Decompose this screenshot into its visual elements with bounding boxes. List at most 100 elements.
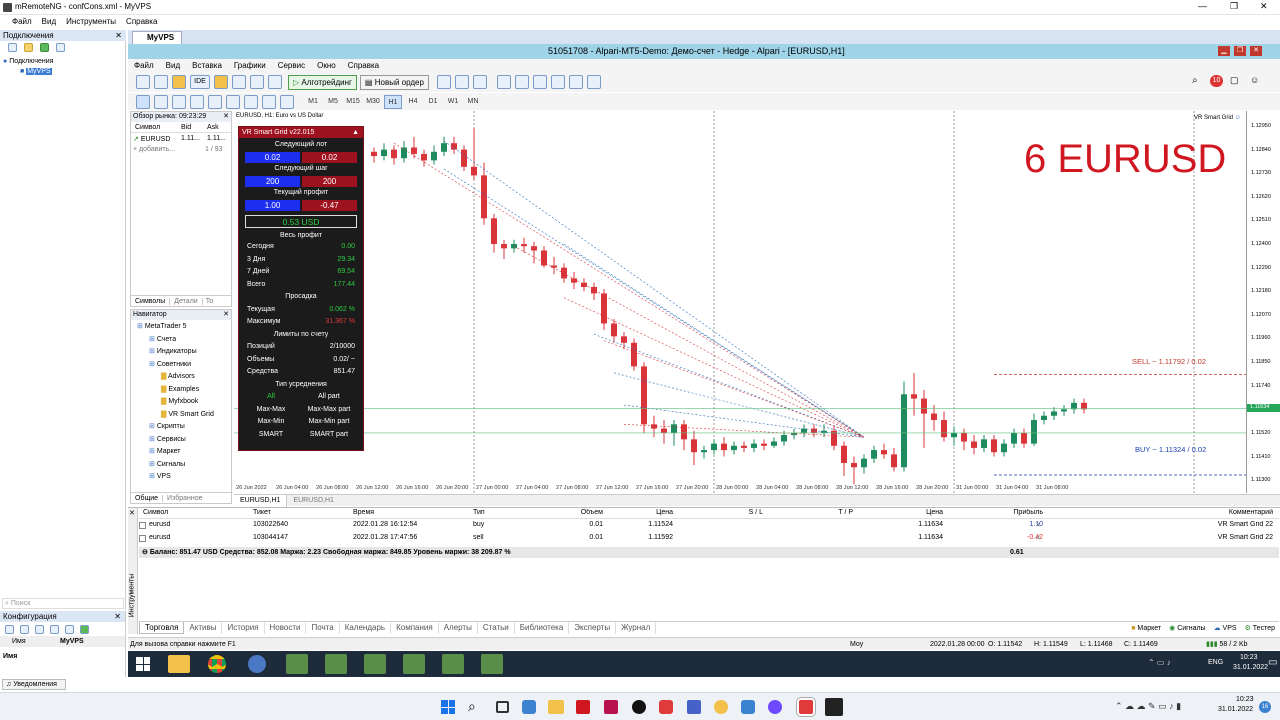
signal-icon[interactable] [472,75,487,89]
signals-icon[interactable] [232,75,246,89]
tab-myvps[interactable]: MyVPS [132,31,182,44]
close-button[interactable]: ✕ [1260,1,1268,12]
tab-common[interactable]: Общие [131,494,164,502]
toolbox-tab[interactable]: Почта [306,622,340,634]
inherit-icon[interactable] [65,624,74,634]
close-icon[interactable]: ✕ [223,310,229,320]
toolbox-tab[interactable]: Новости [265,622,307,634]
close-icon[interactable]: ✕ [223,112,229,122]
market-icon[interactable] [172,75,186,89]
host-app-icon-1[interactable] [576,700,590,714]
new-order-button[interactable]: ▤ Новый ордер [359,74,429,90]
trade-row[interactable]: eurusd 103044147 2022.01.28 17:47:56 sell 0.… [139,534,1279,546]
zoom-out-icon[interactable] [514,75,529,89]
nav-item[interactable]: ⊞ Советники [131,359,231,372]
mt5-menu-help[interactable]: Справка [348,61,379,70]
mt5-menu-window[interactable]: Окно [317,61,336,70]
shapes-icon[interactable] [280,94,294,109]
new-connection-icon[interactable] [8,43,17,52]
tester-tab[interactable]: ⚙ Тестер [1245,624,1275,632]
tf-d1[interactable]: D1 [424,95,442,109]
notifications-icon[interactable]: 10 [1210,75,1223,87]
nav-item[interactable]: ⊞ Сигналы [131,459,231,472]
icon-icon[interactable] [80,624,89,634]
tab-ticks[interactable]: То [203,298,217,305]
tree-root[interactable]: ● Подключения [3,58,53,65]
tree-item-myvps[interactable]: ■ MyVPS [20,68,52,75]
category-icon[interactable] [20,624,29,634]
screenshot-icon[interactable] [586,75,601,89]
toolbox-tab[interactable]: Журнал [616,622,657,634]
chart-tab-2[interactable]: EURUSD,H1 [287,495,339,507]
horizontal-line-icon[interactable] [190,94,204,109]
vps-tab[interactable]: ☁ VPS [1214,624,1237,632]
chart-tab-active[interactable]: EURUSD,H1 [234,494,288,507]
vps-mt5-icon-2[interactable] [325,654,347,674]
algotrading-button[interactable]: ▷ Алготрейдинг [288,74,357,90]
host-notification-badge[interactable]: 16 [1259,701,1271,713]
fibonacci-icon[interactable] [244,94,258,109]
mt5-menu-view[interactable]: Вид [166,61,180,70]
vr-avg-button[interactable]: All part [301,393,357,400]
mt5-maximize[interactable]: ❐ [1234,46,1246,56]
ide-icon[interactable]: IDE [190,75,210,89]
host-save-icon[interactable] [687,700,701,714]
host-search-icon[interactable]: ⌕ [468,698,476,715]
vr-avg-button[interactable]: SMART [243,431,299,438]
autoscroll-icon[interactable] [550,75,565,89]
tab-details[interactable]: Детали [170,297,203,305]
tf-h4[interactable]: H4 [404,95,422,109]
vr-avg-button[interactable]: Max-Max part [301,406,357,413]
vertical-line-icon[interactable] [172,94,186,109]
menu-tools[interactable]: Инструменты [66,17,116,26]
mt5-menu-charts[interactable]: Графики [234,61,266,70]
nav-item[interactable]: ▇ Advisors [131,371,231,384]
collapse-icon[interactable]: ▲ [352,127,359,138]
vr-lot-sell[interactable]: 0.02 [302,151,357,163]
mt5-minimize[interactable]: ▁ [1218,46,1230,56]
signals-tab[interactable]: ◉ Сигналы [1169,624,1205,632]
chat-bubble-icon[interactable]: ▢ [1230,75,1239,86]
vps-explorer-icon[interactable] [168,655,190,673]
tf-m5[interactable]: M5 [324,95,342,109]
host-mremote-icon[interactable] [825,698,843,716]
vps-lang[interactable]: ENG [1208,659,1223,666]
nav-item[interactable]: ⊞ Счета [131,334,231,347]
vr-total-profit[interactable]: 0.53 USD [245,215,357,228]
trade-col-header[interactable]: Объем [563,509,603,516]
trendline-icon[interactable] [208,94,222,109]
vps-mt5-icon-5[interactable] [442,654,464,674]
search-input[interactable]: ⌕ Поиск [2,598,124,609]
market-watch-row[interactable]: ↗ EURUSD 1.11... 1.11... [131,133,231,144]
tf-m15[interactable]: M15 [344,95,362,109]
tf-m1[interactable]: M1 [304,95,322,109]
vps-mt5-icon-4[interactable] [403,654,425,674]
toolbox-tab[interactable]: Календарь [340,622,392,634]
trade-col-header[interactable]: Цена [633,509,673,516]
host-start-button[interactable] [441,700,455,714]
toolbox-close[interactable]: ✕ [129,509,135,517]
host-proton-icon[interactable] [768,700,782,714]
mt5-close[interactable]: ✕ [1250,46,1262,56]
vps-notification-icon[interactable]: ▭ [1268,657,1277,668]
new-chart-icon[interactable] [136,75,150,89]
toolbox-tab[interactable]: Статьи [478,622,515,634]
tf-w1[interactable]: W1 [444,95,462,109]
sort-icon[interactable] [56,43,65,52]
toolbox-tab[interactable]: Библиотека [515,622,570,634]
sort-az-icon[interactable] [5,624,14,634]
profiles-icon[interactable] [154,75,168,89]
vr-step-buy[interactable]: 200 [245,175,300,187]
nav-item[interactable]: ⊞ MetaTrader 5 [131,321,231,334]
trade-col-header[interactable]: Комментарий [1083,509,1273,516]
properties-icon[interactable] [35,624,44,634]
trade-col-header[interactable]: Тикет [253,509,271,516]
host-vivaldi-icon[interactable] [659,700,673,714]
trade-col-header[interactable]: Время [353,509,374,516]
vps-mt5-icon-3[interactable] [364,654,386,674]
host-explorer-icon[interactable] [548,700,564,714]
toolbox-tab[interactable]: История [222,622,265,634]
host-taskview-icon[interactable] [496,701,509,713]
trade-col-header[interactable]: Тип [473,509,485,516]
host-tiktok-icon[interactable] [632,700,646,714]
